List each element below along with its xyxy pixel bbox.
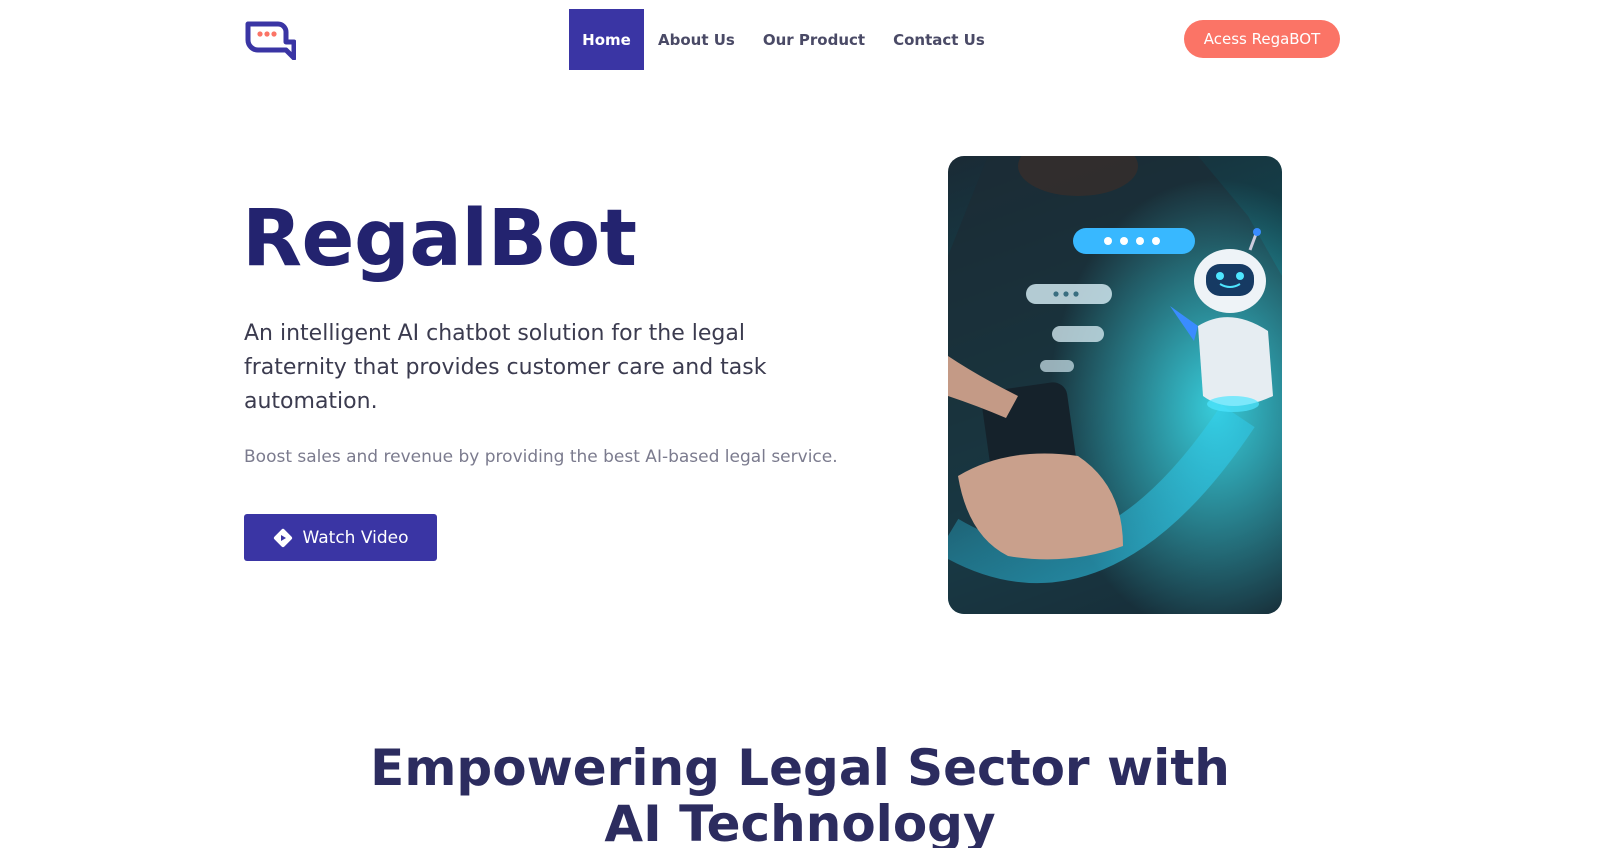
logo[interactable] [244,20,297,61]
section-title-line1: Empowering Legal Sector with [370,739,1230,797]
section-title-line2: AI Technology [604,795,996,848]
nav-our-product[interactable]: Our Product [749,9,879,70]
hero-subtitle: An intelligent AI chatbot solution for t… [244,321,767,414]
nav-about-us[interactable]: About Us [644,9,749,70]
nav-home[interactable]: Home [569,9,644,70]
nav-contact-us[interactable]: Contact Us [879,9,999,70]
section-title: Empowering Legal Sector with AI Technolo… [0,740,1600,848]
access-regabot-button[interactable]: Acess RegaBOT [1184,20,1340,58]
play-diamond-icon [273,528,292,547]
hero-title: RegalBot [242,194,637,284]
hero-image [948,156,1282,614]
watch-video-button[interactable]: Watch Video [244,514,437,561]
chat-bubble-logo-icon [245,21,297,61]
main-nav: Home About Us Our Product Contact Us [569,9,999,70]
hero-note: Boost sales and revenue by providing the… [244,447,838,467]
watch-video-label: Watch Video [302,527,409,548]
chatbot-phone-illustration [948,156,1282,614]
